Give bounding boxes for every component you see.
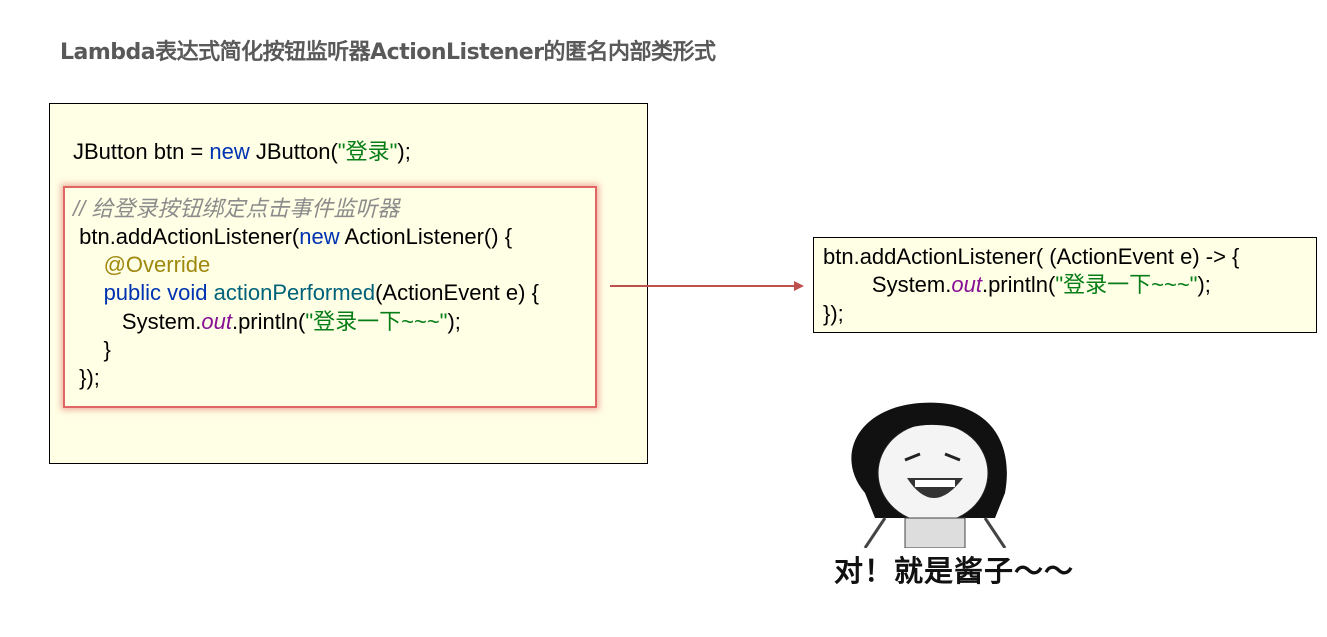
code-line: System.out.println("登录一下~~~"); bbox=[73, 308, 539, 336]
code-token: .println( bbox=[231, 308, 306, 334]
code-line: }); bbox=[73, 364, 539, 392]
code-line: btn.addActionListener(new ActionListener… bbox=[73, 223, 539, 251]
meme-face-image bbox=[851, 402, 1007, 548]
slide-title: Lambda表达式简化按钮监听器ActionListener的匿名内部类形式 bbox=[60, 40, 716, 65]
code-token: JButton( bbox=[249, 139, 338, 164]
code-line: // 给登录按钮绑定点击事件监听器 bbox=[73, 195, 539, 223]
code-token: }); bbox=[73, 365, 100, 391]
code-token: "登录一下~~~" bbox=[1055, 272, 1198, 298]
code-token: out bbox=[201, 308, 232, 334]
arrow-right-icon bbox=[610, 281, 804, 291]
code-token: new bbox=[209, 139, 250, 164]
code-token: ); bbox=[397, 139, 411, 164]
code-line: public void actionPerformed(ActionEvent … bbox=[73, 279, 539, 307]
code-token: System. bbox=[823, 272, 952, 298]
code-line: JButton btn = new JButton("登录"); bbox=[73, 138, 539, 166]
code-token: } bbox=[73, 337, 111, 363]
code-token: (ActionEvent e) { bbox=[375, 280, 539, 306]
lambda-code: btn.addActionListener( (ActionEvent e) -… bbox=[823, 243, 1239, 328]
code-token: // 给登录按钮绑定点击事件监听器 bbox=[73, 195, 400, 221]
code-line: }); bbox=[823, 300, 1239, 328]
code-token: new bbox=[299, 223, 340, 249]
code-token: "登录一下~~~" bbox=[305, 308, 448, 334]
code-token: JButton btn = bbox=[73, 139, 210, 164]
anonymous-class-code: JButton btn = new JButton("登录"); // 给登录按钮… bbox=[73, 138, 539, 393]
code-line: btn.addActionListener( (ActionEvent e) -… bbox=[823, 243, 1239, 271]
code-token: out bbox=[951, 272, 982, 298]
code-token: actionPerformed bbox=[213, 280, 376, 306]
code-token: ); bbox=[1197, 272, 1211, 298]
code-token: public void bbox=[103, 280, 214, 306]
code-token: btn.addActionListener( bbox=[73, 223, 300, 249]
meme-caption: 对！就是酱子～～ bbox=[834, 554, 1075, 588]
code-token: .println( bbox=[981, 272, 1056, 298]
code-token: btn.addActionListener( (ActionEvent e) -… bbox=[823, 244, 1240, 269]
code-line: @Override bbox=[73, 251, 539, 279]
code-line: System.out.println("登录一下~~~"); bbox=[823, 271, 1239, 299]
code-line: } bbox=[73, 336, 539, 364]
code-token: ); bbox=[447, 308, 461, 334]
code-token: @Override bbox=[103, 252, 211, 278]
code-token: "登录" bbox=[337, 139, 398, 164]
code-token: }); bbox=[823, 300, 844, 326]
code-token: System. bbox=[73, 308, 202, 334]
code-token: ActionListener() { bbox=[339, 223, 513, 249]
